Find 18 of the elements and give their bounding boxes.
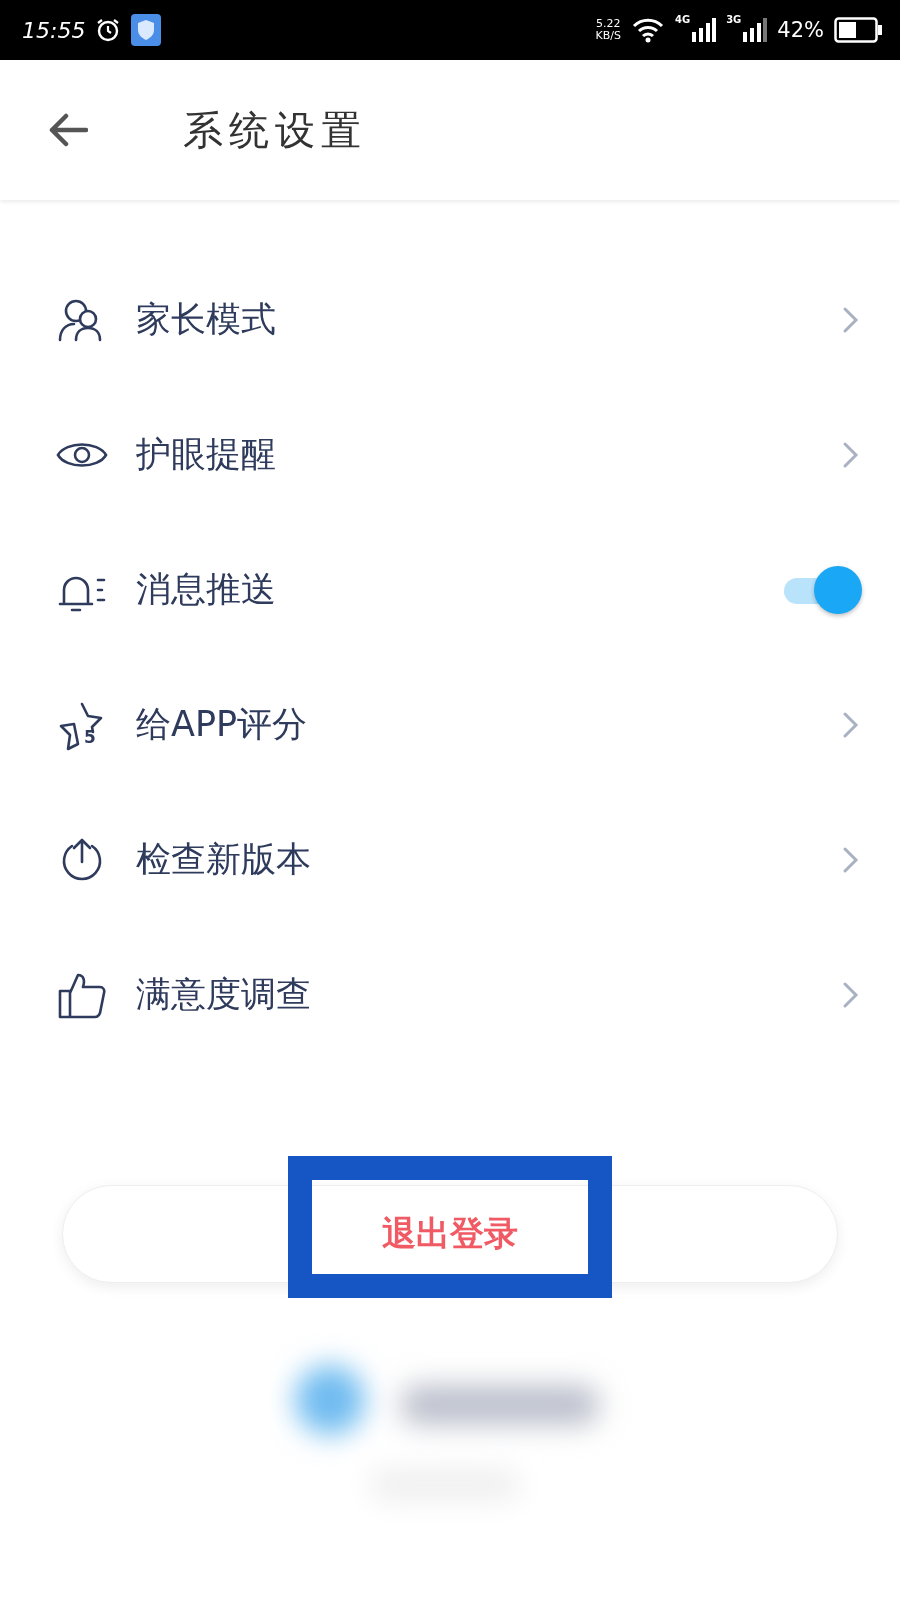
- setting-label[interactable]: 护眼提醒: [136, 431, 840, 478]
- setting-label[interactable]: 消息推送: [136, 566, 782, 613]
- network-speed: 5.22 KB/S: [595, 18, 621, 42]
- setting-label[interactable]: 满意度调查: [136, 971, 840, 1018]
- battery-percent: 42%: [777, 18, 824, 42]
- page-title: 系统设置: [183, 105, 367, 155]
- signal-icon: [692, 18, 717, 42]
- network-type: 4G: [674, 14, 691, 25]
- setting-label[interactable]: 给APP评分: [136, 701, 840, 748]
- shield-icon: [131, 14, 162, 46]
- network-type: 3G: [726, 14, 742, 25]
- back-icon[interactable]: [48, 112, 88, 148]
- setting-label[interactable]: 检查新版本: [136, 836, 840, 883]
- wifi-icon: [630, 17, 665, 43]
- battery-icon: [834, 17, 882, 43]
- setting-label[interactable]: 家长模式: [136, 296, 840, 343]
- clock-time: 15:55: [22, 17, 86, 43]
- signal-icon: [743, 18, 768, 42]
